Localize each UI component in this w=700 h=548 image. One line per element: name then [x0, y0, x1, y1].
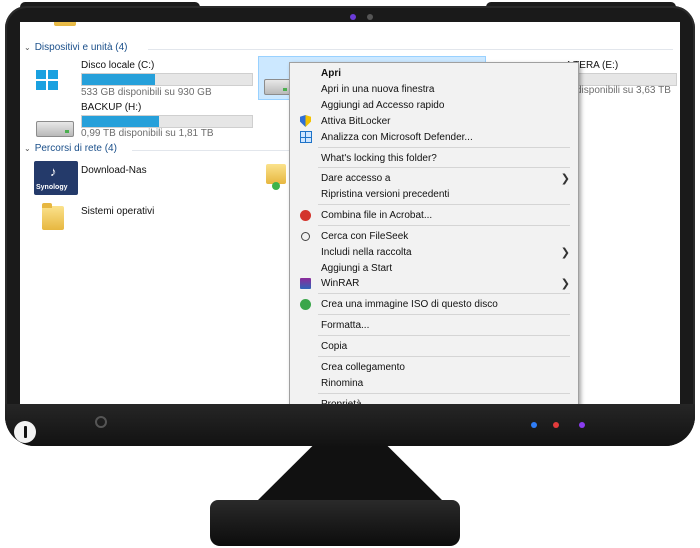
network-section-divider	[132, 150, 302, 151]
menu-item-acrobat[interactable]: Combina file in Acrobat...	[290, 208, 578, 223]
menu-item-copia[interactable]: Copia	[290, 339, 578, 354]
chevron-down-icon[interactable]: ⌄	[24, 43, 31, 52]
menu-item-rinomina[interactable]: Rinomina	[290, 376, 578, 391]
folder-icon	[42, 203, 64, 230]
monitor-stand-base	[210, 500, 460, 546]
network-location-sistemi-operativi[interactable]: Sistemi operativi	[81, 206, 154, 217]
drive-c-name[interactable]: Disco locale (C:)	[81, 60, 154, 71]
power-button[interactable]	[14, 421, 36, 443]
chevron-right-icon: ❯	[560, 278, 570, 290]
menu-item-accesso-rapido[interactable]: Aggiungi ad Accesso rapido	[290, 98, 578, 113]
menu-item-dare-accesso[interactable]: Dare accesso a ❯	[290, 171, 578, 186]
webcam-sensor	[367, 14, 373, 20]
menu-separator	[318, 225, 570, 226]
menu-item-apri-nuova-finestra[interactable]: Apri in una nuova finestra	[290, 82, 578, 97]
defender-icon	[299, 131, 312, 143]
menu-item-defender[interactable]: Analizza con Microsoft Defender...	[290, 130, 578, 145]
drive-h-free: 0,99 TB disponibili su 1,81 TB	[81, 128, 214, 139]
iso-icon	[300, 298, 311, 310]
network-folder-icon	[266, 164, 286, 190]
menu-separator	[318, 204, 570, 205]
context-menu: Apri Apri in una nuova finestra Aggiungi…	[289, 62, 579, 410]
folder-icon	[54, 22, 76, 26]
menu-item-apri[interactable]: Apri	[290, 66, 578, 81]
devices-section-header[interactable]: ⌄ Dispositivi e unità (4)	[24, 42, 128, 53]
winrar-icon	[300, 277, 311, 289]
search-icon	[301, 231, 310, 241]
sensor-ring-icon	[95, 416, 107, 428]
menu-separator	[318, 393, 570, 394]
acrobat-icon	[300, 209, 311, 221]
hard-drive-icon	[36, 121, 74, 137]
menu-item-formatta[interactable]: Formatta...	[290, 318, 578, 333]
chevron-right-icon: ❯	[560, 173, 570, 185]
monitor-bottom-bezel	[5, 404, 695, 446]
power-icon	[23, 426, 27, 438]
menu-item-fileseek[interactable]: Cerca con FileSeek	[290, 229, 578, 244]
menu-separator	[318, 314, 570, 315]
status-led-red	[553, 422, 559, 428]
menu-item-aggiungi-start[interactable]: Aggiungi a Start	[290, 261, 578, 276]
status-led-purple	[579, 422, 585, 428]
menu-separator	[318, 167, 570, 168]
status-led-blue	[531, 422, 537, 428]
synology-icon: ♪ Synology	[34, 161, 78, 195]
menu-separator	[318, 356, 570, 357]
windows-drive-icon	[36, 70, 58, 90]
hard-drive-icon	[264, 79, 292, 95]
menu-item-bitlocker[interactable]: Attiva BitLocker	[290, 114, 578, 129]
webcam-lens	[350, 14, 356, 20]
menu-item-crea-collegamento[interactable]: Crea collegamento	[290, 360, 578, 375]
menu-separator	[318, 293, 570, 294]
music-note-icon: ♪	[50, 164, 57, 179]
drive-c-free: 533 GB disponibili su 930 GB	[81, 87, 212, 98]
devices-section-divider	[148, 49, 673, 50]
drive-h-name[interactable]: BACKUP (H:)	[81, 102, 141, 113]
menu-separator	[318, 147, 570, 148]
menu-item-ripristina[interactable]: Ripristina versioni precedenti	[290, 187, 578, 202]
menu-item-winrar[interactable]: WinRAR ❯	[290, 276, 578, 291]
menu-item-crea-iso[interactable]: Crea una immagine ISO di questo disco	[290, 297, 578, 312]
network-location-download-nas[interactable]: Download-Nas	[81, 165, 147, 176]
shield-icon	[300, 115, 311, 127]
menu-separator	[318, 335, 570, 336]
drive-c-usage-bar	[81, 73, 253, 86]
drive-e-free: disponibili su 3,63 TB	[576, 85, 671, 96]
monitor-stand-neck	[256, 446, 444, 502]
chevron-right-icon: ❯	[560, 247, 570, 259]
chevron-down-icon[interactable]: ⌄	[24, 144, 31, 153]
drive-h-usage-bar	[81, 115, 253, 128]
menu-item-includi-raccolta[interactable]: Includi nella raccolta ❯	[290, 245, 578, 260]
network-section-header[interactable]: ⌄ Percorsi di rete (4)	[24, 143, 117, 154]
menu-item-whats-locking[interactable]: What's locking this folder?	[290, 151, 578, 166]
